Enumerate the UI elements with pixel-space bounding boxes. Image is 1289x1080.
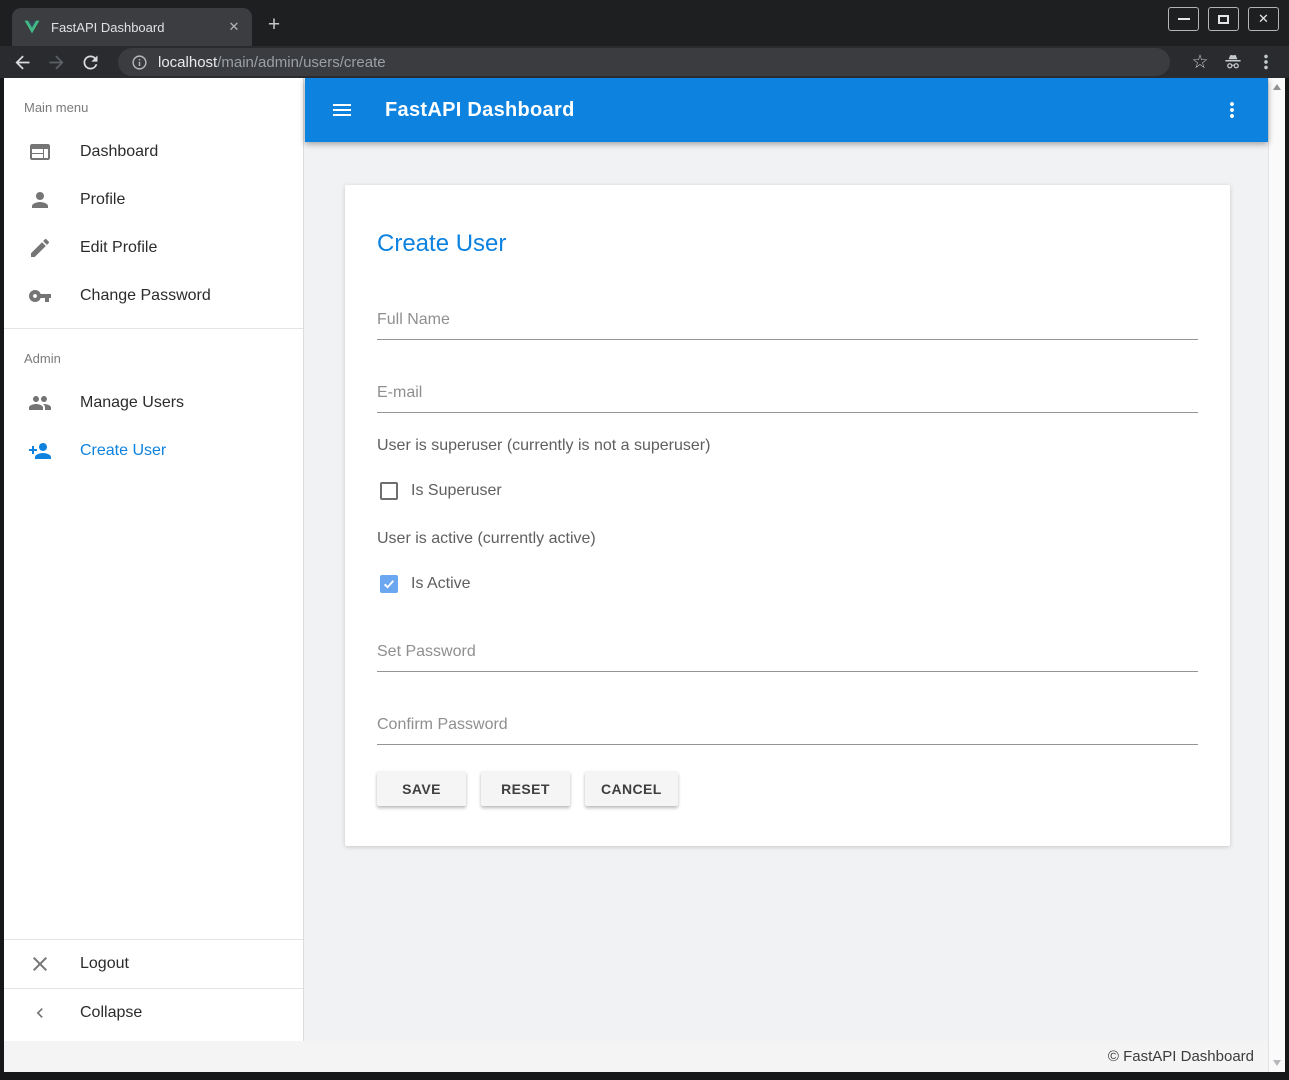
tab-title: FastAPI Dashboard <box>51 20 224 35</box>
sidebar-item-create-user[interactable]: Create User <box>4 427 303 475</box>
is-active-checkbox[interactable]: Is Active <box>380 575 1198 593</box>
vue-favicon-icon <box>23 18 41 36</box>
sidebar-item-label: Dashboard <box>80 143 158 161</box>
confirm-password-input[interactable] <box>377 716 1198 745</box>
full-name-input[interactable] <box>377 311 1198 340</box>
sidebar-section-admin: Admin <box>4 329 303 379</box>
cancel-button[interactable]: CANCEL <box>585 771 678 806</box>
page-info-icon[interactable] <box>131 54 148 71</box>
sidebar-item-profile[interactable]: Profile <box>4 176 303 224</box>
forward-button[interactable] <box>46 52 67 73</box>
close-icon <box>28 952 52 976</box>
reset-button[interactable]: RESET <box>481 771 570 806</box>
is-superuser-checkbox[interactable]: Is Superuser <box>380 482 1198 500</box>
app-bar-menu-icon[interactable] <box>1220 98 1244 122</box>
sidebar-item-label: Profile <box>80 191 125 209</box>
browser-tab-strip: FastAPI Dashboard ✕ + ✕ <box>0 0 1289 46</box>
footer: © FastAPI Dashboard <box>4 1041 1268 1072</box>
window-close-button[interactable]: ✕ <box>1248 7 1279 31</box>
app-bar-title: FastAPI Dashboard <box>385 99 575 122</box>
sidebar-section-main-menu: Main menu <box>4 78 303 128</box>
sidebar-item-change-password[interactable]: Change Password <box>4 272 303 320</box>
incognito-icon[interactable] <box>1222 51 1244 73</box>
minimize-icon <box>1178 18 1190 20</box>
sidebar-item-collapse[interactable]: Collapse <box>4 989 303 1037</box>
checkbox-unchecked-icon[interactable] <box>380 482 398 500</box>
new-tab-button[interactable]: + <box>261 12 287 38</box>
sidebar-item-label: Manage Users <box>80 394 184 412</box>
main-area: FastAPI Dashboard Create User User is su… <box>305 78 1268 1072</box>
scroll-down-arrow-icon[interactable] <box>1273 1060 1281 1066</box>
vertical-scrollbar[interactable] <box>1268 78 1285 1072</box>
window-minimize-button[interactable] <box>1168 7 1199 31</box>
checkbox-checked-icon[interactable] <box>380 575 398 593</box>
set-password-input[interactable] <box>377 643 1198 672</box>
tab-close-icon[interactable]: ✕ <box>224 17 244 37</box>
app-bar: FastAPI Dashboard <box>305 78 1268 142</box>
sidebar-item-manage-users[interactable]: Manage Users <box>4 379 303 427</box>
browser-toolbar: localhost/main/admin/users/create ☆ <box>0 46 1289 78</box>
address-bar[interactable]: localhost/main/admin/users/create <box>118 48 1170 76</box>
sidebar: Main menu Dashboard Profile Edit Profile… <box>4 78 304 1041</box>
save-button[interactable]: SAVE <box>377 771 466 806</box>
hamburger-menu-icon[interactable] <box>330 98 354 122</box>
is-superuser-label: Is Superuser <box>411 482 502 500</box>
sidebar-item-edit-profile[interactable]: Edit Profile <box>4 224 303 272</box>
pencil-icon <box>28 236 52 260</box>
sidebar-item-label: Logout <box>80 955 129 973</box>
url-host: localhost <box>158 54 217 71</box>
people-icon <box>28 391 52 415</box>
bookmark-star-icon[interactable]: ☆ <box>1189 51 1211 73</box>
dashboard-icon <box>28 140 52 164</box>
maximize-icon <box>1218 15 1229 24</box>
sidebar-item-logout[interactable]: Logout <box>4 940 303 988</box>
sidebar-item-label: Create User <box>80 442 166 460</box>
sidebar-item-label: Collapse <box>80 1004 142 1022</box>
form-actions: SAVE RESET CANCEL <box>377 771 1198 806</box>
browser-tab[interactable]: FastAPI Dashboard ✕ <box>12 8 252 46</box>
footer-copyright: © FastAPI Dashboard <box>1108 1048 1254 1065</box>
sidebar-bottom: Logout Collapse <box>4 939 303 1037</box>
url-text: localhost/main/admin/users/create <box>158 54 386 71</box>
browser-menu-icon[interactable] <box>1255 51 1277 73</box>
check-icon <box>382 577 396 591</box>
page-title: Create User <box>377 229 1198 259</box>
chevron-left-icon <box>30 1003 50 1023</box>
sidebar-item-dashboard[interactable]: Dashboard <box>4 128 303 176</box>
scroll-up-arrow-icon[interactable] <box>1273 84 1281 90</box>
active-hint: User is active (currently active) <box>377 530 1198 548</box>
page-viewport: Main menu Dashboard Profile Edit Profile… <box>4 78 1285 1072</box>
person-add-icon <box>28 439 52 463</box>
key-icon <box>28 284 52 308</box>
reload-button[interactable] <box>80 52 101 73</box>
window-maximize-button[interactable] <box>1208 7 1239 31</box>
sidebar-item-label: Edit Profile <box>80 239 157 257</box>
person-icon <box>28 188 52 212</box>
superuser-hint: User is superuser (currently is not a su… <box>377 437 1198 455</box>
create-user-card: Create User User is superuser (currently… <box>345 185 1230 846</box>
is-active-label: Is Active <box>411 575 471 593</box>
back-button[interactable] <box>12 52 33 73</box>
sidebar-item-label: Change Password <box>80 287 211 305</box>
content-area: Create User User is superuser (currently… <box>305 142 1268 1041</box>
url-path: /main/admin/users/create <box>217 54 385 71</box>
email-input[interactable] <box>377 384 1198 413</box>
window-controls: ✕ <box>1168 7 1279 31</box>
